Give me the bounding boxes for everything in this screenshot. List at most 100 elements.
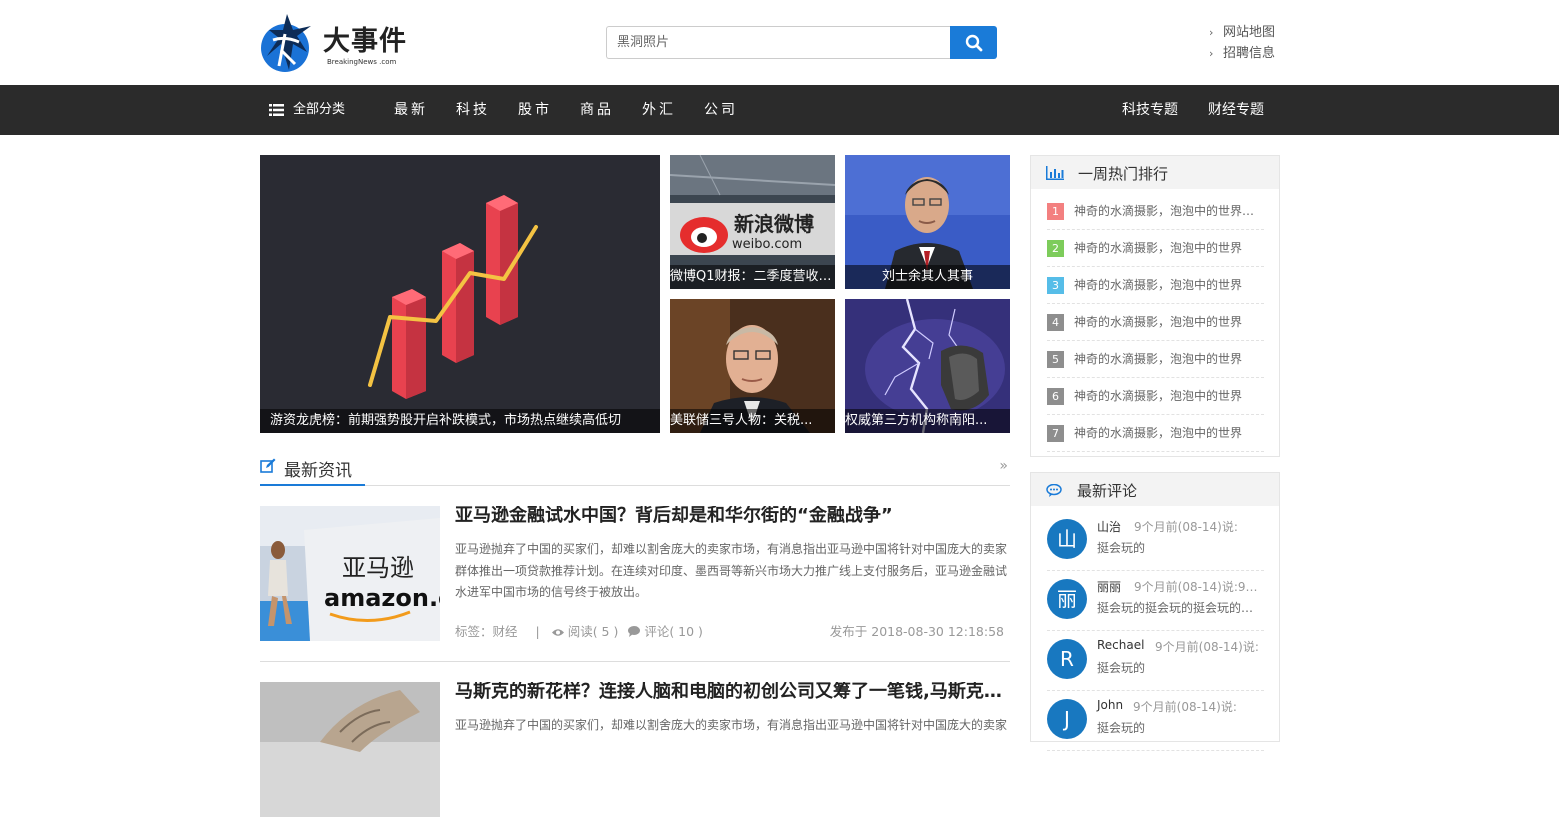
chat-icon bbox=[1046, 484, 1062, 497]
article-title[interactable]: 亚马逊金融试水中国？背后却是和华尔街的“金融战争” bbox=[455, 506, 1010, 526]
article-item: 亚马逊 amazon.cn 亚马逊金融试水中国？背后却是和华尔街的“金融战争” … bbox=[260, 506, 1010, 641]
logo-title: 大事件 bbox=[323, 26, 407, 57]
article-date: 发布于 2018-08-30 12:18:58 bbox=[829, 624, 1004, 639]
avatar[interactable]: R bbox=[1047, 639, 1087, 679]
nav-item-latest[interactable]: 最新 bbox=[394, 85, 428, 135]
comment-body: 挺会玩的 bbox=[1097, 721, 1146, 735]
bar-chart-illustration bbox=[368, 195, 538, 399]
nav-item-commodities[interactable]: 商品 bbox=[580, 85, 614, 135]
rank-item[interactable]: 4 神奇的水滴摄影，泡泡中的世界 bbox=[1047, 304, 1264, 341]
rank-title[interactable]: 神奇的水滴摄影，泡泡中的世界 bbox=[1074, 350, 1266, 368]
hand-photo bbox=[260, 682, 440, 817]
comment-item[interactable]: R Rechael 9个月前(08-14)说: 挺会玩的 bbox=[1047, 631, 1264, 691]
weibo-en-text: weibo.com bbox=[732, 237, 802, 252]
site-header: 大事件 BreakingNews .com ›网站地图 ›招聘信息 bbox=[0, 0, 1559, 85]
nav-tech-topic[interactable]: 科技专题 bbox=[1122, 85, 1178, 135]
nav-finance-topic[interactable]: 财经专题 bbox=[1208, 85, 1264, 135]
rank-title[interactable]: 神奇的水滴摄影，泡泡中的世界 bbox=[1074, 424, 1266, 442]
comment-author[interactable]: 丽丽 bbox=[1097, 578, 1121, 595]
nav-item-forex[interactable]: 外汇 bbox=[642, 85, 676, 135]
rank-title[interactable]: 神奇的水滴摄影，泡泡中的世界 bbox=[1074, 313, 1266, 331]
article-thumbnail[interactable] bbox=[260, 682, 440, 817]
rank-item[interactable]: 6 神奇的水滴摄影，泡泡中的世界 bbox=[1047, 378, 1264, 415]
rank-title[interactable]: 神奇的水滴摄影，泡泡中的世界泡泡中的世界 bbox=[1074, 202, 1266, 220]
rank-number-badge: 4 bbox=[1047, 314, 1064, 331]
search-button[interactable] bbox=[950, 26, 997, 59]
sitemap-link[interactable]: › 网站地图 bbox=[1209, 22, 1289, 43]
article-reads: 阅读( 5 ) bbox=[567, 624, 619, 639]
search-input[interactable] bbox=[606, 26, 951, 59]
nav-item-stocks[interactable]: 股市 bbox=[518, 85, 552, 135]
amazon-cn-text: 亚马逊 bbox=[342, 554, 414, 582]
article-comments[interactable]: 评论( 10 ) bbox=[644, 624, 703, 639]
latest-comments-panel: 最新评论 山山治 9个月前(08-14)说: 挺会玩的丽丽丽 9个月前(08-14)说… bbox=[1030, 472, 1280, 751]
rank-number-badge: 5 bbox=[1047, 351, 1064, 368]
rank-number-badge: 1 bbox=[1047, 203, 1064, 220]
featured-caption: 微博Q1财报：二季度营收增长... bbox=[670, 265, 835, 289]
comment-author[interactable]: Rechael bbox=[1097, 638, 1144, 652]
rank-item[interactable]: 5 神奇的水滴摄影，泡泡中的世界 bbox=[1047, 341, 1264, 378]
article-summary: 亚马逊抛弃了中国的买家们，却难以割舍庞大的卖家市场，有消息指出亚马逊中国将针对中… bbox=[455, 718, 1008, 732]
avatar[interactable]: 山 bbox=[1047, 519, 1087, 559]
meta-divider: | bbox=[535, 624, 540, 639]
rank-title[interactable]: 神奇的水滴摄影，泡泡中的世界 bbox=[1074, 239, 1266, 257]
comment-time: 9个月前(08-14)说:9个月前 bbox=[1134, 580, 1264, 594]
rank-item[interactable]: 3 神奇的水滴摄影，泡泡中的世界 bbox=[1047, 267, 1264, 304]
featured-fed[interactable]: 美联储三号人物：关税... bbox=[670, 299, 835, 433]
rank-item[interactable]: 1 神奇的水滴摄影，泡泡中的世界泡泡中的世界 bbox=[1047, 193, 1266, 230]
comment-time: 9个月前(08-14)说: bbox=[1155, 640, 1259, 654]
avatar[interactable]: 丽 bbox=[1047, 579, 1087, 619]
nav-item-tech[interactable]: 科技 bbox=[456, 85, 490, 135]
featured-weibo[interactable]: 新浪微博 weibo.com 微博Q1财报：二季度营收增长... bbox=[670, 155, 835, 289]
site-logo[interactable]: 大事件 BreakingNews .com bbox=[259, 12, 419, 74]
main-nav: 全部分类 最新 科技 股市 商品 外汇 公司 科技专题 财经专题 bbox=[0, 85, 1559, 135]
featured-liushiyu[interactable]: 刘士余其人其事 bbox=[845, 155, 1010, 289]
bar-chart-icon bbox=[1046, 166, 1064, 180]
featured-caption: 美联储三号人物：关税... bbox=[670, 409, 835, 433]
article-divider bbox=[260, 661, 1010, 662]
rank-title[interactable]: 神奇的水滴摄影，泡泡中的世界 bbox=[1074, 276, 1266, 294]
article-thumbnail[interactable]: 亚马逊 amazon.cn bbox=[260, 506, 440, 641]
comment-item[interactable]: J John 9个月前(08-14)说: 挺会玩的 bbox=[1047, 691, 1264, 751]
more-link[interactable]: » bbox=[999, 458, 1008, 474]
article-title[interactable]: 马斯克的新花样？连接人脑和电脑的初创公司又筹了一笔钱,马斯克是幕后推手 bbox=[455, 682, 1010, 702]
rank-number-badge: 6 bbox=[1047, 388, 1064, 405]
amazon-en-text: amazon.cn bbox=[324, 584, 440, 612]
rank-title[interactable]: 神奇的水滴摄影，泡泡中的世界 bbox=[1074, 387, 1266, 405]
avatar[interactable]: J bbox=[1047, 699, 1087, 739]
comment-author[interactable]: 山治 bbox=[1097, 518, 1121, 535]
article-summary: 亚马逊抛弃了中国的买家们，却难以割舍庞大的卖家市场，有消息指出亚马逊中国将针对中… bbox=[455, 542, 1008, 599]
logo-mark-icon bbox=[261, 14, 311, 72]
comment-icon bbox=[628, 626, 641, 637]
comment-author[interactable]: John bbox=[1097, 698, 1123, 712]
article-meta: 标签：财经 | 阅读( 5 ) 评论( 10 ) 发布于 2018-08-30 … bbox=[455, 623, 1010, 641]
featured-caption: 刘士余其人其事 bbox=[845, 265, 1010, 289]
nav-item-company[interactable]: 公司 bbox=[704, 85, 738, 135]
weibo-cn-text: 新浪微博 bbox=[734, 212, 814, 236]
quick-links: › 网站地图 › 招聘信息 bbox=[1209, 22, 1289, 64]
chevron-right-icon: › bbox=[1209, 47, 1214, 60]
rank-item[interactable]: 2 神奇的水滴摄影，泡泡中的世界 bbox=[1047, 230, 1264, 267]
comment-body: 挺会玩的挺会玩的挺会玩的挺会玩的 bbox=[1097, 601, 1265, 615]
latest-news-title: 最新资讯 bbox=[284, 461, 352, 481]
title-underline bbox=[260, 484, 365, 486]
featured-main[interactable]: 游资龙虎榜：前期强势股开启补跌模式，市场热点继续高低切 bbox=[260, 155, 660, 433]
search-bar bbox=[606, 26, 997, 59]
comment-item[interactable]: 丽丽丽 9个月前(08-14)说:9个月前挺会玩的挺会玩的挺会玩的挺会玩的 bbox=[1047, 571, 1265, 631]
rank-number-badge: 7 bbox=[1047, 425, 1064, 442]
panel-header: 最新评论 bbox=[1031, 473, 1279, 506]
comment-item[interactable]: 山山治 9个月前(08-14)说: 挺会玩的 bbox=[1047, 511, 1264, 571]
latest-comments-title: 最新评论 bbox=[1077, 482, 1138, 500]
rank-item[interactable]: 7 神奇的水滴摄影，泡泡中的世界 bbox=[1047, 415, 1264, 452]
article-tags[interactable]: 标签：财经 bbox=[455, 624, 518, 639]
rank-number-badge: 2 bbox=[1047, 240, 1064, 257]
article-item: 马斯克的新花样？连接人脑和电脑的初创公司又筹了一笔钱,马斯克是幕后推手 亚马逊抛… bbox=[260, 682, 1010, 817]
nav-all-categories[interactable]: 全部分类 bbox=[269, 85, 345, 135]
eye-icon bbox=[551, 629, 564, 636]
rank-number-badge: 3 bbox=[1047, 277, 1064, 294]
amazon-photo: 亚马逊 amazon.cn bbox=[260, 506, 440, 641]
jobs-link[interactable]: › 招聘信息 bbox=[1209, 43, 1289, 64]
featured-meteor[interactable]: 权威第三方机构称南阳... bbox=[845, 299, 1010, 433]
chevron-right-icon: › bbox=[1209, 26, 1214, 39]
panel-header: 一周热门排行 bbox=[1031, 156, 1279, 189]
